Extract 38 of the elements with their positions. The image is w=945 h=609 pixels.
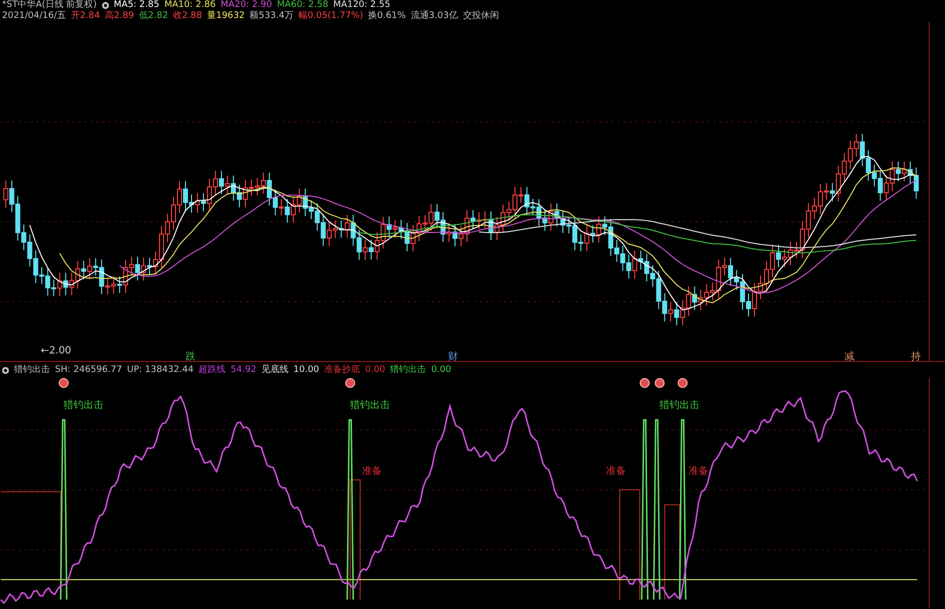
quote-stat: 幅0.05(1.77%) — [298, 11, 364, 22]
indicator-value: 超跌线 — [198, 364, 226, 376]
quote-stat: 开2.84 — [70, 11, 100, 22]
indicator-value: 0.00 — [365, 364, 386, 376]
moving-average-value: MA5: 2.85 — [114, 0, 160, 11]
signal-label: 准备 — [606, 466, 626, 478]
indicator-value: 10.00 — [293, 364, 320, 376]
indicator-name: 猎钓出击 — [14, 364, 50, 376]
signal-label: 准备 — [362, 466, 382, 478]
quote-stat: 高2.89 — [104, 11, 134, 22]
signal-label: 准备 — [688, 466, 709, 478]
moving-average-value: MA60: 2.58 — [276, 0, 328, 10]
moving-average-value: MA20: 2.90 — [220, 0, 272, 10]
event-tag[interactable]: 财 — [448, 351, 458, 362]
moving-average-value: MA120: 2.55 — [333, 0, 390, 10]
quote-stat: 流通3.03亿 — [410, 11, 458, 22]
quote-stat: 收2.88 — [173, 11, 202, 22]
indicator-value: 准备抄底 — [324, 364, 360, 376]
quote-stat: 量19632 — [207, 11, 245, 22]
moving-average-value: MA10: 2.86 — [164, 0, 216, 10]
signal-label: 猎钓出击 — [660, 400, 700, 412]
event-tag[interactable]: 持 — [911, 351, 922, 362]
quote-stat: 低2.82 — [139, 11, 168, 22]
indicator-value: SH: 246596.77 — [55, 364, 122, 376]
event-tag[interactable]: 减 — [844, 351, 854, 362]
event-tag[interactable]: 跌 — [186, 351, 196, 362]
low-price-marker: ←2.00 — [40, 345, 72, 356]
indicator-value: UP: 138432.44 — [127, 364, 194, 376]
signal-label: 猎钓出击 — [350, 400, 390, 412]
quote-stat: 额533.4万 — [250, 11, 294, 22]
indicator-value: 猎钓出击 — [390, 364, 426, 376]
indicator-value: 0.00 — [431, 364, 452, 376]
indicator-value: 54.92 — [230, 364, 256, 376]
quote-stat: 2021/04/16/五 — [2, 11, 66, 22]
quote-stat: 交投休闲 — [462, 11, 499, 22]
signal-label: 猎钓出击 — [64, 400, 104, 412]
indicator-value: 见底线 — [261, 364, 288, 376]
quote-stat: 换0.61% — [368, 11, 406, 22]
